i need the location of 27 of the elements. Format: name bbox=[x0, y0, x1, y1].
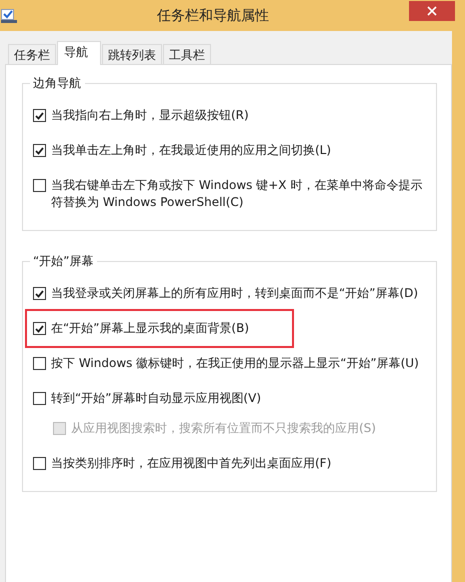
checkbox[interactable] bbox=[33, 392, 46, 405]
group-title: 边角导航 bbox=[30, 75, 85, 92]
checkbox[interactable] bbox=[33, 144, 46, 157]
option-label: 当我登录或关闭屏幕上的所有应用时，转到桌面而不是“开始”屏幕(D) bbox=[51, 285, 418, 302]
tab[interactable]: 工具栏 bbox=[163, 44, 211, 64]
tab[interactable]: 跳转列表 bbox=[102, 44, 162, 64]
option-label: 转到“开始”屏幕时自动显示应用视图(V) bbox=[51, 390, 262, 407]
window-title: 任务栏和导航属性 bbox=[156, 6, 270, 24]
checkbox[interactable] bbox=[33, 287, 46, 300]
checkbox[interactable] bbox=[33, 357, 46, 370]
option-label: 按下 Windows 徽标键时，在我正使用的显示器上显示“开始”屏幕(U) bbox=[51, 355, 419, 372]
checkbox-app-icon bbox=[1, 8, 17, 22]
tab[interactable]: 导航 bbox=[57, 41, 101, 65]
close-button[interactable] bbox=[409, 0, 455, 20]
option-label: 当我指向右上角时，显示超级按钮(R) bbox=[51, 107, 249, 124]
option-label: 当我右键单击左下角或按下 Windows 键+X 时，在菜单中将命令提示符替换为 Windows PowerShell(C) bbox=[51, 177, 424, 211]
option-label: 当按类别排序时，在应用视图中首先列出桌面应用(F) bbox=[51, 455, 332, 472]
checkbox[interactable] bbox=[33, 457, 46, 470]
option-label: 从应用视图搜索时，搜索所有位置而不只搜索我的应用(S) bbox=[71, 420, 376, 437]
tab[interactable]: 任务栏 bbox=[8, 44, 56, 64]
option-label: 当我单击左上角时，在我最近使用的应用之间切换(L) bbox=[51, 142, 332, 159]
option-label: 在“开始”屏幕上显示我的桌面背景(B) bbox=[51, 320, 250, 337]
checkbox[interactable] bbox=[33, 109, 46, 122]
group-title: “开始”屏幕 bbox=[30, 253, 98, 270]
close-icon bbox=[427, 6, 437, 16]
checkbox[interactable] bbox=[33, 179, 46, 192]
checkbox[interactable] bbox=[33, 322, 46, 335]
